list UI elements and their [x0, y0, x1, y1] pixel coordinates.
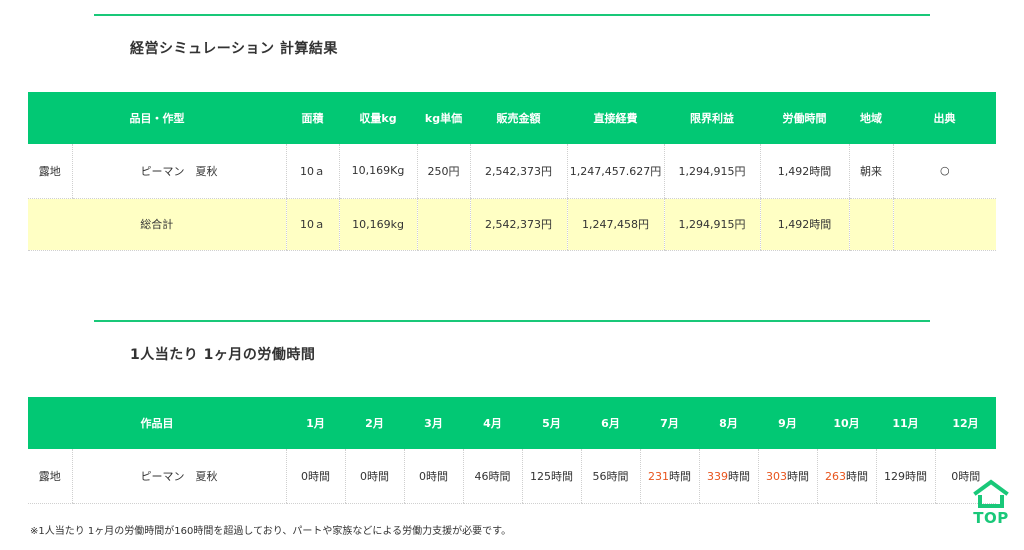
- total-labor-hours: 1,492時間: [759, 198, 849, 251]
- header-month: 12月: [935, 397, 996, 449]
- cell-month-hours: 46時間: [462, 449, 522, 504]
- total-direct-cost: 1,247,458円: [566, 198, 664, 251]
- header-labor-hours: 労働時間: [760, 92, 849, 144]
- cell-area: 10ａ: [285, 144, 339, 199]
- hours-value: 303: [766, 469, 787, 483]
- header-month: 7月: [640, 397, 699, 449]
- hours-unit: 時間: [367, 469, 389, 483]
- header-marginal-profit: 限界利益: [664, 92, 760, 144]
- hours-value: 129: [884, 469, 905, 483]
- hours-unit: 時間: [551, 469, 573, 483]
- hours-value: 0: [301, 469, 308, 483]
- hours-unit: 時間: [905, 469, 927, 483]
- header-month: 11月: [876, 397, 935, 449]
- total-yield: 10,169kg: [338, 198, 417, 251]
- header-month: 8月: [699, 397, 758, 449]
- cell-region: 朝来: [848, 144, 893, 199]
- header-month: 2月: [345, 397, 404, 449]
- hours-unit: 時間: [308, 469, 330, 483]
- cell-source: ○: [892, 144, 996, 199]
- cell-month-hours: 231時間: [639, 449, 699, 504]
- cell-direct-cost: 1,247,457.627円: [566, 144, 664, 199]
- table-row: 露地 ピーマン 夏秋 10ａ 10,169Kg 250円 2,542,373円 …: [28, 144, 996, 199]
- hours-unit: 時間: [426, 469, 448, 483]
- cell-month-hours: 303時間: [757, 449, 817, 504]
- cell-labor-hours: 1,492時間: [759, 144, 849, 199]
- cell-month-hours: 339時間: [698, 449, 758, 504]
- header-yield: 収量kg: [339, 92, 417, 144]
- hours-value: 0: [360, 469, 367, 483]
- total-row: 総合計 10ａ 10,169kg 2,542,373円 1,247,458円 1…: [28, 198, 996, 251]
- total-marginal-profit: 1,294,915円: [663, 198, 760, 251]
- cell-cultivation-type: 露地: [28, 449, 72, 504]
- header-month: 10月: [817, 397, 876, 449]
- hours-value: 56: [592, 469, 607, 483]
- cell-unit-price: 250円: [416, 144, 470, 199]
- section-title-simulation: 経営シミュレーション 計算結果: [130, 41, 338, 57]
- hours-unit: 時間: [606, 469, 629, 483]
- hours-unit: 時間: [669, 469, 691, 483]
- cell-item: ピーマン 夏秋: [71, 449, 286, 504]
- hours-unit: 時間: [787, 469, 809, 483]
- header-sales: 販売金額: [470, 92, 567, 144]
- hours-value: 0: [419, 469, 426, 483]
- back-to-top-label: TOP: [973, 509, 1009, 527]
- cell-month-hours: 0時間: [403, 449, 463, 504]
- header-month: 4月: [463, 397, 522, 449]
- total-sales: 2,542,373円: [469, 198, 567, 251]
- back-to-top-button[interactable]: TOP: [968, 478, 1014, 534]
- header-month: 6月: [581, 397, 640, 449]
- header-region: 地域: [849, 92, 893, 144]
- hours-unit: 時間: [728, 469, 750, 483]
- hours-value: 125: [530, 469, 551, 483]
- header-month: 5月: [522, 397, 581, 449]
- hours-value: 263: [825, 469, 846, 483]
- table-header-row: 品目・作型 面積 収量kg kg単価 販売金額 直接経費 限界利益 労働時間 地…: [28, 92, 996, 144]
- hours-unit: 時間: [846, 469, 868, 483]
- total-source: [892, 198, 996, 251]
- header-month: 3月: [404, 397, 463, 449]
- section-divider: [94, 14, 930, 16]
- hours-value: 46: [474, 469, 489, 483]
- house-chevron-icon: [973, 479, 1009, 508]
- hours-value: 231: [648, 469, 669, 483]
- simulation-results-table: 品目・作型 面積 収量kg kg単価 販売金額 直接経費 限界利益 労働時間 地…: [28, 92, 996, 251]
- labor-warning-note: ※1人当たり 1ヶ月の労働時間が160時間を超過しており、パートや家族などによる…: [30, 526, 512, 537]
- header-month: 9月: [758, 397, 817, 449]
- cell-item: ピーマン 夏秋: [71, 144, 286, 199]
- cell-month-hours: 263時間: [816, 449, 876, 504]
- header-source: 出典: [893, 92, 996, 144]
- cell-month-hours: 0時間: [285, 449, 345, 504]
- cell-cultivation-type: 露地: [28, 144, 72, 199]
- hours-value: 339: [707, 469, 728, 483]
- cell-yield: 10,169Kg: [338, 144, 417, 199]
- cell-month-hours: 0時間: [344, 449, 404, 504]
- total-label: 総合計: [28, 198, 286, 251]
- table-row: 露地 ピーマン 夏秋 0時間 0時間 0時間 46時間 125時間 56時間 2…: [28, 449, 996, 504]
- cell-month-hours: 125時間: [521, 449, 581, 504]
- section-divider: [94, 320, 930, 322]
- cell-month-hours: 129時間: [875, 449, 935, 504]
- section-title-monthly-labor: 1人当たり 1ヶ月の労働時間: [130, 347, 316, 363]
- cell-sales: 2,542,373円: [469, 144, 567, 199]
- total-unit-price: [416, 198, 470, 251]
- table-header-row: 作品目 1月 2月 3月 4月 5月 6月 7月 8月 9月 10月 11月 1…: [28, 397, 996, 449]
- header-area: 面積: [286, 92, 339, 144]
- cell-month-hours: 56時間: [580, 449, 640, 504]
- total-area: 10ａ: [285, 198, 339, 251]
- monthly-labor-table: 作品目 1月 2月 3月 4月 5月 6月 7月 8月 9月 10月 11月 1…: [28, 397, 996, 504]
- cell-marginal-profit: 1,294,915円: [663, 144, 760, 199]
- header-unit-price: kg単価: [417, 92, 470, 144]
- header-crop: 作品目: [28, 397, 286, 449]
- total-region: [848, 198, 893, 251]
- header-direct-cost: 直接経費: [567, 92, 664, 144]
- hours-unit: 時間: [488, 469, 511, 483]
- header-item: 品目・作型: [28, 92, 286, 144]
- header-month: 1月: [286, 397, 345, 449]
